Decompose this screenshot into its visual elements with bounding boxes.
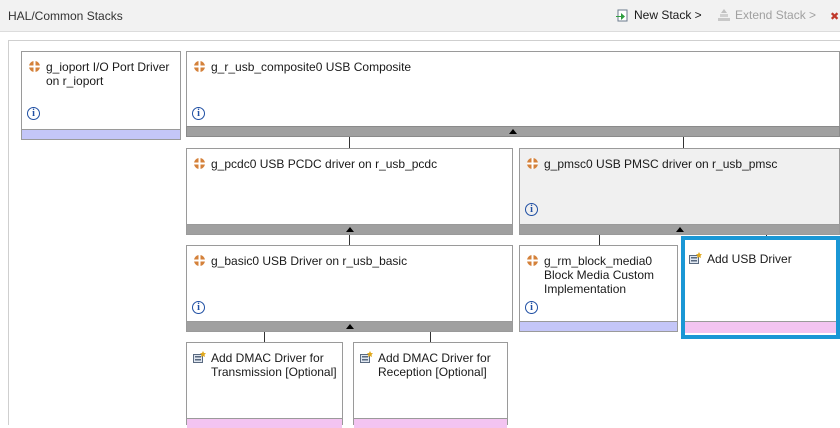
- new-stack-icon: [616, 9, 630, 22]
- module-bar: [187, 418, 342, 428]
- composite-expand-bar[interactable]: [186, 126, 840, 137]
- module-title: Add DMAC Driver for Transmission [Option…: [211, 351, 337, 379]
- extend-stack-icon: [717, 8, 731, 22]
- module-bar: [685, 321, 839, 333]
- module-pmsc[interactable]: g_pmsc0 USB PMSC driver on r_usb_pmsc i: [519, 148, 840, 235]
- module-bar: [520, 321, 677, 331]
- module-title: g_ioport I/O Port Driver on r_ioport: [46, 60, 170, 88]
- module-bar[interactable]: [520, 224, 839, 234]
- module-title: g_r_usb_composite0 USB Composite: [211, 60, 412, 74]
- extend-stack-label: Extend Stack >: [735, 8, 817, 22]
- module-usb-composite[interactable]: g_r_usb_composite0 USB Composite i: [186, 51, 840, 128]
- header-title: HAL/Common Stacks: [8, 9, 123, 23]
- module-ioport[interactable]: g_ioport I/O Port Driver on r_ioport i: [21, 51, 181, 140]
- collapse-arrow-icon[interactable]: [345, 324, 354, 329]
- module-bar: [22, 129, 180, 139]
- module-title: g_basic0 USB Driver on r_usb_basic: [211, 254, 408, 268]
- info-icon[interactable]: i: [525, 301, 538, 314]
- module-usb-basic[interactable]: g_basic0 USB Driver on r_usb_basic i: [186, 245, 513, 332]
- collapse-arrow-icon[interactable]: [509, 129, 517, 134]
- module-title: Add DMAC Driver for Reception [Optional]: [378, 351, 491, 379]
- extend-stack-button[interactable]: Extend Stack >: [717, 8, 816, 22]
- add-usb-driver-slot[interactable]: Add USB Driver: [684, 239, 840, 336]
- module-title: g_pcdc0 USB PCDC driver on r_usb_pcdc: [211, 157, 438, 171]
- module-title: Add USB Driver: [707, 252, 792, 266]
- info-icon[interactable]: i: [525, 203, 538, 216]
- module-icon: [193, 157, 206, 170]
- module-icon: [193, 60, 206, 73]
- module-title: g_pmsc0 USB PMSC driver on r_usb_pmsc: [544, 157, 778, 171]
- module-icon: [526, 254, 539, 267]
- new-stack-label: New Stack >: [634, 8, 702, 22]
- remove-icon[interactable]: ✖: [830, 10, 839, 23]
- stacks-header: HAL/Common Stacks New Stack > Extend Sta…: [0, 0, 840, 32]
- info-icon[interactable]: i: [27, 107, 40, 120]
- module-pcdc[interactable]: g_pcdc0 USB PCDC driver on r_usb_pcdc: [186, 148, 513, 235]
- module-block-media[interactable]: g_rm_block_media0 Block Media Custom Imp…: [519, 245, 678, 332]
- add-dmac-tx-slot[interactable]: Add DMAC Driver for Transmission [Option…: [186, 342, 343, 428]
- new-stack-button[interactable]: New Stack >: [616, 8, 702, 22]
- module-icon: [526, 157, 539, 170]
- collapse-arrow-icon[interactable]: [345, 227, 354, 232]
- add-dmac-rx-slot[interactable]: Add DMAC Driver for Reception [Optional]: [353, 342, 508, 428]
- module-bar[interactable]: [187, 321, 512, 331]
- module-bar: [354, 418, 507, 428]
- info-icon[interactable]: i: [192, 107, 205, 120]
- module-icon: [28, 60, 41, 73]
- module-bar[interactable]: [187, 224, 512, 234]
- add-driver-icon: [193, 351, 206, 364]
- module-title: g_rm_block_media0 Block Media Custom Imp…: [544, 254, 655, 296]
- module-icon: [193, 254, 206, 267]
- add-driver-icon: [360, 351, 373, 364]
- add-driver-icon: [689, 252, 702, 265]
- info-icon[interactable]: i: [192, 301, 205, 314]
- collapse-arrow-icon[interactable]: [675, 227, 684, 232]
